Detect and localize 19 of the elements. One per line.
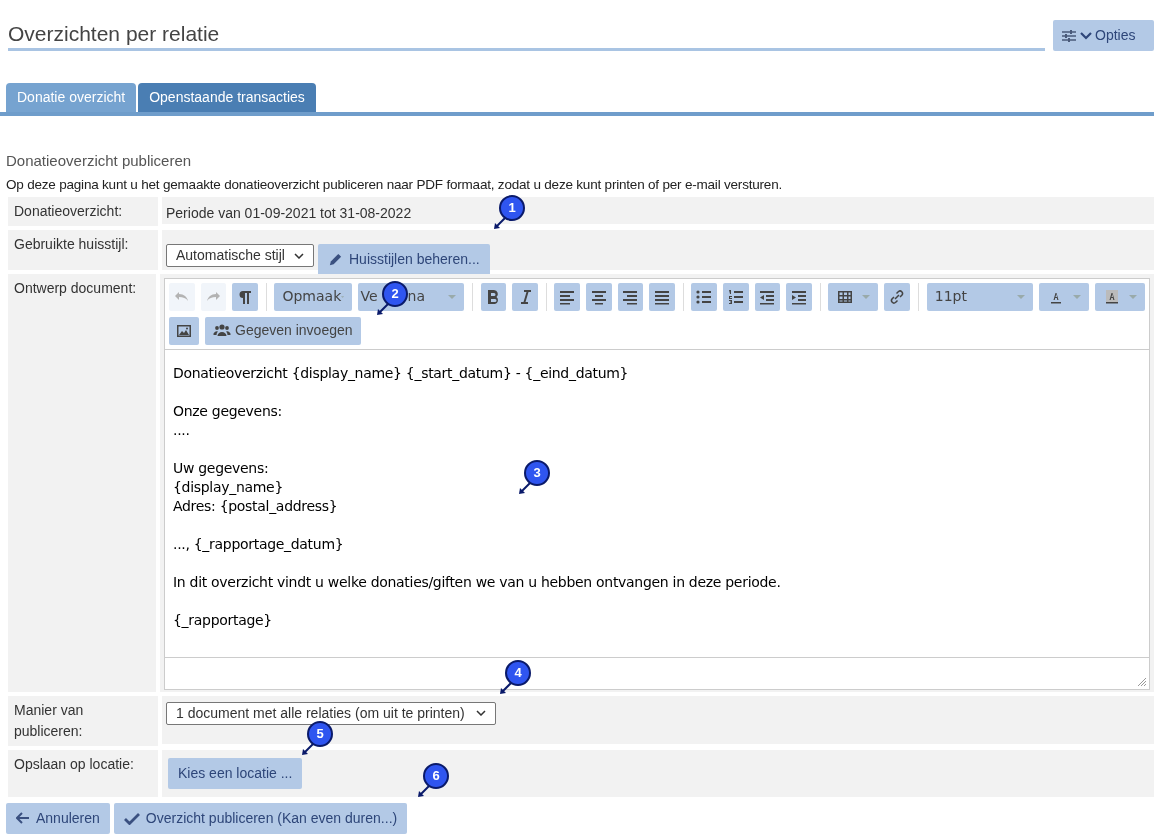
field-label: Opslaan op locatie: [14, 755, 134, 772]
dropdown-text: Opmaak [282, 287, 342, 307]
dropdown-text: 11pt [934, 287, 967, 307]
document-paragraph: Onze gegevens: .... [173, 401, 282, 440]
document-paragraph: {_rapportage} [173, 610, 272, 630]
field-value: Periode van 01-09-2021 tot 31-08-2022 [166, 204, 412, 221]
field-label: Manier van publiceren: [14, 701, 84, 739]
field-label: Donatieoverzicht: [14, 202, 123, 219]
document-paragraph: Donatieoverzicht {display_name} {_start_datum} - {_eind_datum} [173, 363, 629, 383]
description: Op deze pagina kunt u het gemaakte donatieoverzicht publiceren naar PDF formaat, zodat u deze kunt printen of per e-mail versturen. [6, 175, 783, 194]
document-paragraph: ..., {_rapportage_datum} [173, 534, 344, 554]
document-paragraph: In dit overzicht vindt u welke donaties/giften we van u hebben ontvangen in deze periode. [173, 572, 781, 592]
page-title: Overzichten per relatie [8, 21, 221, 47]
dropdown-text: Ve [360, 287, 378, 307]
document-paragraph: Uw gegevens: {display_name} Adres: {postal_address} [173, 458, 338, 516]
field-label: Gebruikte huisstijl: [14, 235, 129, 252]
dropdown-text: na [407, 287, 425, 307]
field-label: Ontwerp document: [14, 279, 137, 296]
section-title: Donatieoverzicht publiceren [6, 151, 193, 171]
